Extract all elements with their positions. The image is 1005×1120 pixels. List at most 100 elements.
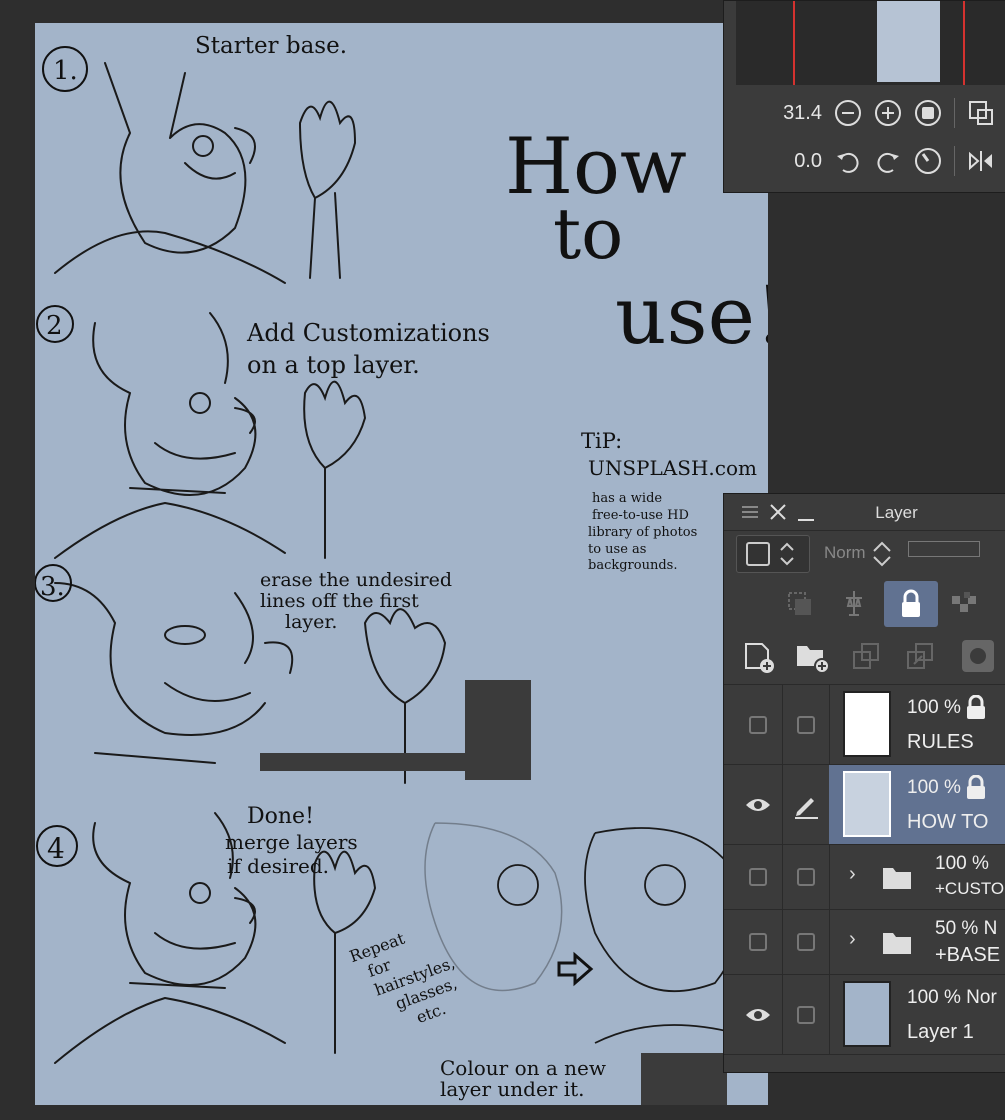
zoom-out-button[interactable]	[828, 93, 868, 133]
edit-target-toggle[interactable]	[782, 845, 830, 909]
opacity-slider[interactable]	[908, 541, 980, 557]
lock-icon	[902, 589, 920, 617]
layer-opacity: 100 %	[935, 853, 989, 874]
transfer-down-icon[interactable]	[850, 640, 884, 674]
mini-toolbar	[260, 753, 490, 771]
mask-icon	[970, 648, 986, 664]
lock-icon	[967, 695, 985, 719]
actual-size-button[interactable]	[908, 93, 948, 133]
layer-panel-title: Layer	[875, 503, 918, 522]
chevron-right-icon[interactable]: ›	[849, 928, 856, 951]
step1-number: 1.	[53, 56, 78, 86]
title-to: to	[553, 193, 623, 275]
edit-target-toggle[interactable]	[782, 975, 830, 1054]
colour-note-2: layer under it.	[440, 1077, 584, 1101]
sketch-artwork: 1. 2 3. 4 Starter base. How to use! Add …	[35, 33, 768, 1105]
layer-row-how-to[interactable]: 100 % HOW TO	[724, 765, 1005, 845]
step3-caption-2: lines off the first	[260, 590, 419, 612]
layer-thumbnail	[843, 981, 891, 1047]
rotate-left-button[interactable]	[828, 141, 868, 181]
chevron-right-icon[interactable]: ›	[849, 863, 856, 886]
step2-number: 2	[46, 311, 63, 341]
step3-caption-3: layer.	[285, 611, 337, 633]
zoom-value[interactable]: 31.4	[724, 102, 828, 125]
edit-target-toggle[interactable]	[782, 910, 830, 974]
layer-thumbnail	[843, 771, 891, 837]
layer-opacity: 100 %	[907, 777, 961, 798]
edit-target-toggle[interactable]	[782, 765, 830, 844]
layer-panel-titlebar[interactable]: Layer	[724, 494, 1005, 531]
visibility-toggle[interactable]	[736, 910, 780, 974]
step4-caption-2: merge layers	[225, 830, 358, 854]
lock-transparency-icon[interactable]	[950, 590, 980, 618]
blend-mode-select[interactable]: Norm	[824, 543, 866, 563]
step2-caption-1: Add Customizations	[246, 319, 490, 347]
folder-icon	[883, 933, 911, 954]
lock-layer-button[interactable]	[884, 581, 938, 627]
visibility-toggle[interactable]	[736, 685, 780, 764]
tip-site: UNSPLASH.com	[588, 456, 757, 480]
new-raster-layer-icon[interactable]	[742, 640, 776, 674]
layer-opacity: 100 %	[907, 697, 961, 718]
pencil-icon	[795, 797, 818, 819]
folder-icon	[883, 868, 911, 889]
checkbox-icon	[749, 868, 767, 886]
rotate-right-icon	[877, 152, 899, 173]
reference-layer-icon[interactable]	[840, 588, 868, 618]
step2-caption-2: on a top layer.	[247, 351, 420, 379]
view-frame-right	[963, 1, 965, 85]
edit-target-toggle[interactable]	[782, 685, 830, 764]
tip-body-3: library of photos	[588, 525, 697, 540]
blending-shape-selector[interactable]	[736, 535, 810, 573]
step4-caption-1: Done!	[247, 804, 314, 829]
divider	[954, 146, 955, 176]
rotate-left-icon	[837, 152, 859, 173]
layer-opacity: 50 % N	[935, 918, 998, 939]
visibility-toggle[interactable]	[736, 975, 780, 1054]
layer-row-custo-folder[interactable]: › 100 % +CUSTO	[724, 845, 1005, 910]
checkbox-icon	[797, 868, 815, 886]
new-folder-icon[interactable]	[794, 640, 830, 674]
mask-button[interactable]	[962, 640, 994, 672]
mini-layer-list	[641, 1053, 727, 1105]
visibility-toggle[interactable]	[736, 845, 780, 909]
layer-row-rules[interactable]: 100 % RULES	[724, 685, 1005, 765]
eye-icon	[746, 798, 770, 811]
chevron-updown-icon[interactable]	[870, 539, 894, 569]
checkbox-icon	[797, 715, 815, 734]
rotation-value[interactable]: 0.0	[724, 150, 828, 173]
view-frame-left	[793, 1, 795, 85]
layer-name: +CUSTO	[935, 879, 1005, 898]
layer-opacity: 100 % Nor	[907, 987, 997, 1008]
reset-rotation-icon	[915, 148, 941, 174]
merge-down-icon[interactable]	[904, 640, 938, 674]
zoom-in-button[interactable]	[868, 93, 908, 133]
tip-body-2: free-to-use HD	[592, 508, 689, 523]
title-use: use!	[615, 269, 768, 362]
flip-horizontal-icon	[969, 151, 992, 171]
reset-rotation-button[interactable]	[908, 141, 948, 181]
drawing-canvas[interactable]: 1. 2 3. 4 Starter base. How to use! Add …	[35, 23, 768, 1105]
visibility-toggle[interactable]	[736, 765, 780, 844]
layer-thumbnail	[843, 691, 891, 757]
step4-number: 4	[47, 832, 65, 865]
navigator-panel: 31.4 0.0	[723, 0, 1005, 193]
step1-caption: Starter base.	[195, 33, 347, 59]
tip-body-4: to use as	[588, 542, 646, 557]
tip-body-5: backgrounds.	[588, 558, 677, 573]
divider	[954, 98, 955, 128]
stop-icon	[915, 100, 941, 126]
layer-name: Layer 1	[907, 1021, 974, 1043]
zoom-in-icon	[875, 100, 901, 126]
layer-row-layer-1[interactable]: 100 % Nor Layer 1	[724, 975, 1005, 1055]
clip-layer-icon[interactable]	[786, 590, 814, 618]
flip-horizontal-button[interactable]	[961, 141, 1001, 181]
fit-window-button[interactable]	[961, 93, 1001, 133]
step3-caption-1: erase the undesired	[260, 569, 452, 591]
navigator-preview[interactable]	[736, 1, 1005, 85]
checkbox-icon	[749, 715, 767, 734]
layer-row-base-folder[interactable]: › 50 % N +BASE	[724, 910, 1005, 975]
rotate-right-button[interactable]	[868, 141, 908, 181]
eye-icon	[746, 1008, 770, 1021]
tip-label: TiP:	[581, 429, 622, 453]
